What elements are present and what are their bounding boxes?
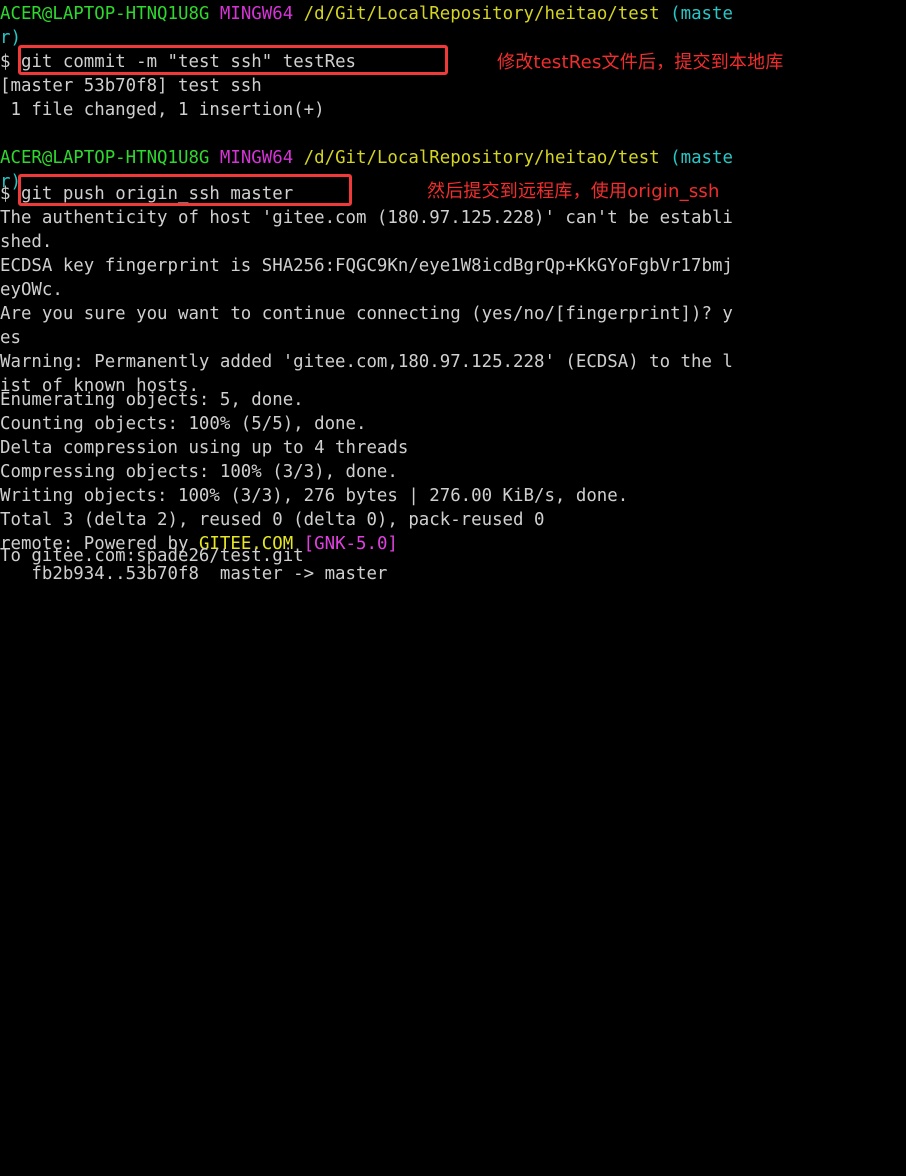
prompt-line-1-wrap: r) bbox=[0, 26, 21, 50]
prompt-line-2: ACER@LAPTOP-HTNQ1U8G MINGW64 /d/Git/Loca… bbox=[0, 146, 733, 170]
ref-update-line: fb2b934..53b70f8 master -> master bbox=[0, 562, 387, 586]
output-line: shed. bbox=[0, 230, 52, 254]
gnk-version-label: [GNK-5.0] bbox=[303, 534, 398, 554]
output-line: Warning: Permanently added 'gitee.com,18… bbox=[0, 350, 733, 374]
output-text: Compressing objects: 100% (3/3), done. bbox=[0, 462, 398, 482]
annotation-push-remote: 然后提交到远程库，使用origin_ssh bbox=[427, 181, 720, 202]
output-text: Warning: Permanently added 'gitee.com,18… bbox=[0, 352, 733, 372]
output-line: Are you sure you want to continue connec… bbox=[0, 302, 733, 326]
output-text: Delta compression using up to 4 threads bbox=[0, 438, 409, 458]
output-line: eyOWc. bbox=[0, 278, 63, 302]
output-text: Total 3 (delta 2), reused 0 (delta 0), p… bbox=[0, 510, 545, 530]
output-text: shed. bbox=[0, 232, 53, 252]
command-line-commit[interactable]: $ git commit -m "test ssh" testRes bbox=[0, 50, 356, 74]
output-line: ECDSA key fingerprint is SHA256:FQGC9Kn/… bbox=[0, 254, 733, 278]
prompt-symbol-1: $ bbox=[0, 52, 11, 72]
output-line: Counting objects: 100% (5/5), done. bbox=[0, 412, 366, 436]
prompt-space-6 bbox=[660, 148, 670, 168]
prompt-space-1 bbox=[209, 4, 219, 24]
prompt-space-3 bbox=[660, 4, 670, 24]
command-line-push[interactable]: $ git push origin_ssh master bbox=[0, 182, 293, 206]
prompt-shell: MINGW64 bbox=[219, 148, 294, 168]
prompt-space-5 bbox=[293, 148, 303, 168]
git-push-command[interactable]: git push origin_ssh master bbox=[21, 184, 293, 204]
prompt-branch: (maste bbox=[670, 4, 733, 24]
prompt-user: ACER@LAPTOP-HTNQ1U8G bbox=[0, 4, 210, 24]
output-line: The authenticity of host 'gitee.com (180… bbox=[0, 206, 733, 230]
terminal-window[interactable]: ACER@LAPTOP-HTNQ1U8G MINGW64 /d/Git/Loca… bbox=[0, 0, 906, 588]
prompt-path: /d/Git/LocalRepository/heitao/test bbox=[303, 4, 660, 24]
output-line: Compressing objects: 100% (3/3), done. bbox=[0, 460, 398, 484]
output-text: The authenticity of host 'gitee.com (180… bbox=[0, 208, 733, 228]
output-text: 1 file changed, 1 insertion(+) bbox=[0, 100, 325, 120]
git-commit-command[interactable]: git commit -m "test ssh" testRes bbox=[21, 52, 356, 72]
prompt-path: /d/Git/LocalRepository/heitao/test bbox=[303, 148, 660, 168]
output-text: Counting objects: 100% (5/5), done. bbox=[0, 414, 367, 434]
output-line: Total 3 (delta 2), reused 0 (delta 0), p… bbox=[0, 508, 544, 532]
output-line: 1 file changed, 1 insertion(+) bbox=[0, 98, 325, 122]
annotation-commit-local: 修改testRes文件后，提交到本地库 bbox=[497, 52, 784, 73]
prompt-user: ACER@LAPTOP-HTNQ1U8G bbox=[0, 148, 210, 168]
prompt-branch-wrap: r) bbox=[0, 28, 21, 48]
prompt-space-2 bbox=[293, 4, 303, 24]
cmd-gap-1 bbox=[10, 52, 20, 72]
cmd-gap-2 bbox=[10, 184, 20, 204]
output-text: Enumerating objects: 5, done. bbox=[0, 390, 304, 410]
output-text: [master 53b70f8] test ssh bbox=[0, 76, 262, 96]
output-line: Delta compression using up to 4 threads bbox=[0, 436, 408, 460]
output-line: Writing objects: 100% (3/3), 276 bytes |… bbox=[0, 484, 628, 508]
output-text: Are you sure you want to continue connec… bbox=[0, 304, 733, 324]
prompt-space-4 bbox=[209, 148, 219, 168]
output-text: Writing objects: 100% (3/3), 276 bytes |… bbox=[0, 486, 629, 506]
output-line: [master 53b70f8] test ssh bbox=[0, 74, 262, 98]
output-line: Enumerating objects: 5, done. bbox=[0, 388, 304, 412]
ref-update-text: fb2b934..53b70f8 master -> master bbox=[0, 564, 388, 584]
prompt-branch: (maste bbox=[670, 148, 733, 168]
output-text: ECDSA key fingerprint is SHA256:FQGC9Kn/… bbox=[0, 256, 733, 276]
prompt-shell: MINGW64 bbox=[219, 4, 294, 24]
output-line: es bbox=[0, 326, 21, 350]
prompt-line-1: ACER@LAPTOP-HTNQ1U8G MINGW64 /d/Git/Loca… bbox=[0, 2, 733, 26]
output-text: eyOWc. bbox=[0, 280, 63, 300]
output-text: es bbox=[0, 328, 21, 348]
prompt-symbol-2: $ bbox=[0, 184, 11, 204]
